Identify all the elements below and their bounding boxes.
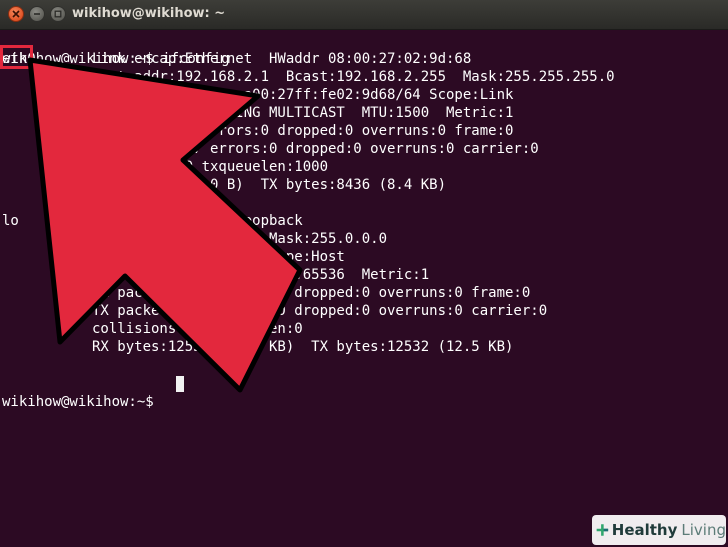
interface-name: lo <box>2 213 19 229</box>
title-bar[interactable]: wikihow@wikihow: ~ <box>0 0 728 30</box>
line-text: Link encap:Local Loopback <box>92 213 303 229</box>
terminal-output[interactable]: wikihow@wikihow:~$ ifconfig eth0 Link enc… <box>0 32 728 547</box>
line-text: inet addr:127.0.0.1 Mask:255.0.0.0 <box>92 231 388 247</box>
line-text: collisions:0 txqueuelen:1000 <box>92 159 329 175</box>
line-text: Link encap:Ethernet HWaddr 08:00:27:02:9… <box>92 51 472 67</box>
maximize-window-button[interactable] <box>50 6 66 22</box>
text-cursor <box>176 376 184 392</box>
watermark-brand-light: Living <box>681 521 726 539</box>
line-text: collisions:0 txqueuelen:0 <box>92 321 303 337</box>
line-text: RX bytes:12532 (12.5 KB) TX bytes:12532 … <box>92 339 514 355</box>
healthy-living-watermark: Healthy Living <box>592 515 726 545</box>
line-text: inet addr:192.168.2.1 Bcast:192.168.2.25… <box>92 69 615 85</box>
close-icon <box>12 10 20 18</box>
eth0-highlight-box <box>0 45 33 69</box>
line-text: TX packets:171 errors:0 dropped:0 overru… <box>92 303 548 319</box>
maximize-icon <box>54 10 62 18</box>
line-text: TX packets:87 errors:0 dropped:0 overrun… <box>92 141 539 157</box>
plus-leaf-icon <box>596 524 609 536</box>
line-text: RX packets:171 errors:0 dropped:0 overru… <box>92 285 531 301</box>
close-window-button[interactable] <box>8 6 24 22</box>
minimize-icon <box>34 13 40 15</box>
watermark-brand-bold: Healthy <box>611 521 678 539</box>
minimize-window-button[interactable] <box>29 6 45 22</box>
final-prompt: wikihow@wikihow:~$ <box>2 394 163 410</box>
line-text: inet6 addr: fe80::a00:27ff:fe02:9d68/64 … <box>92 87 514 103</box>
line-text: RX bytes:0 (0.0 B) TX bytes:8436 (8.4 KB… <box>92 177 447 193</box>
line-text: RX packets:0 errors:0 dropped:0 overruns… <box>92 123 514 139</box>
line-text: UP LOOPBACK RUNNING MTU:65536 Metric:1 <box>92 267 430 283</box>
window-title: wikihow@wikihow: ~ <box>72 6 226 21</box>
line-text: UP BROADCAST RUNNING MULTICAST MTU:1500 … <box>92 105 514 121</box>
final-prompt-line: wikihow@wikihow:~$ <box>0 375 184 410</box>
line-text: inet6 addr: ::1/128 Scope:Host <box>92 249 345 265</box>
